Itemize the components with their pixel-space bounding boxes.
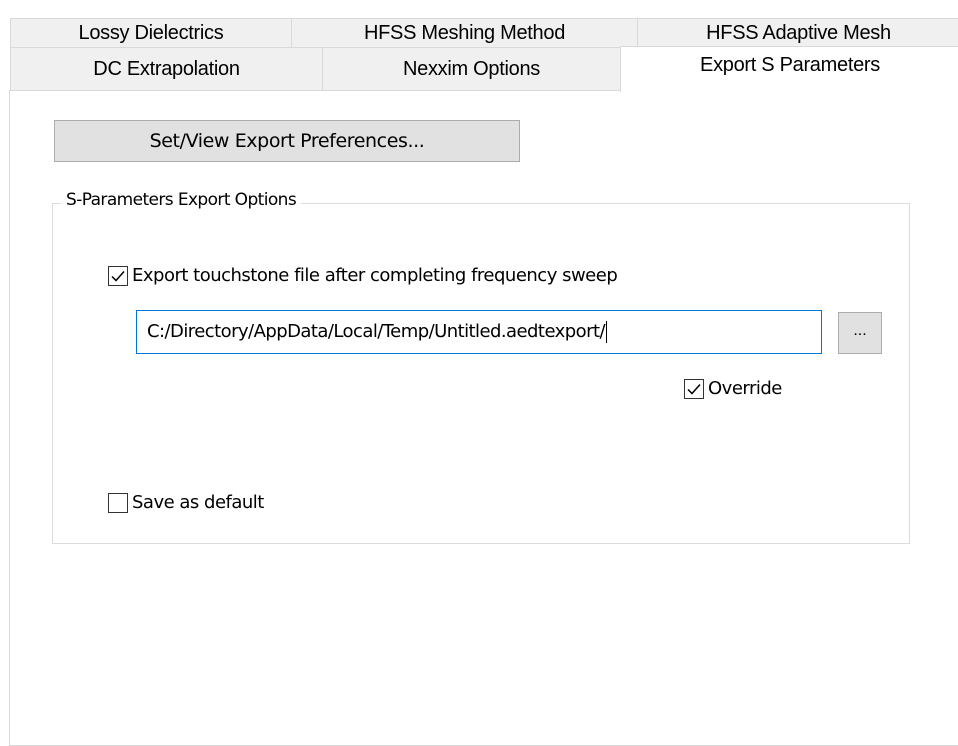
tab-dc-extrapolation[interactable]: DC Extrapolation: [10, 47, 323, 91]
checkbox-label: Export touchstone file after completing …: [132, 265, 618, 286]
browse-label: ...: [853, 322, 867, 339]
checkmark-icon: [111, 270, 125, 282]
override-checkbox[interactable]: Override: [684, 378, 782, 399]
checkbox-label: Override: [708, 378, 782, 399]
checkbox-label: Save as default: [132, 492, 264, 513]
tab-label: Lossy Dielectrics: [78, 21, 224, 44]
checkbox-box[interactable]: [108, 492, 128, 513]
tab-label: HFSS Adaptive Mesh: [706, 21, 891, 44]
tab-label: Nexxim Options: [403, 57, 540, 80]
set-view-export-preferences-button[interactable]: Set/View Export Preferences...: [54, 120, 520, 162]
checkbox-box[interactable]: [108, 265, 128, 286]
tab-export-s-parameters[interactable]: Export S Parameters: [620, 46, 958, 92]
browse-button[interactable]: ...: [838, 312, 882, 354]
button-label: Set/View Export Preferences...: [149, 130, 425, 152]
export-touchstone-checkbox[interactable]: Export touchstone file after completing …: [108, 265, 618, 286]
tab-lossy-dielectrics[interactable]: Lossy Dielectrics: [10, 18, 292, 48]
tab-label: DC Extrapolation: [93, 57, 240, 80]
text-caret: [605, 321, 607, 343]
tab-hfss-meshing-method[interactable]: HFSS Meshing Method: [291, 18, 638, 48]
save-as-default-checkbox[interactable]: Save as default: [108, 492, 264, 513]
group-title: S-Parameters Export Options: [61, 190, 302, 210]
export-path-value: C:/Directory/AppData/Local/Temp/Untitled…: [147, 321, 606, 342]
tab-label: Export S Parameters: [700, 54, 880, 76]
tab-nexxim-options[interactable]: Nexxim Options: [322, 47, 621, 91]
tab-strip: Lossy Dielectrics HFSS Meshing Method HF…: [0, 0, 958, 92]
checkbox-box[interactable]: [684, 378, 704, 399]
checkmark-icon: [687, 383, 701, 395]
tab-label: HFSS Meshing Method: [363, 21, 566, 44]
tab-hfss-adaptive-mesh[interactable]: HFSS Adaptive Mesh: [637, 18, 958, 48]
export-path-input[interactable]: C:/Directory/AppData/Local/Temp/Untitled…: [136, 310, 822, 354]
